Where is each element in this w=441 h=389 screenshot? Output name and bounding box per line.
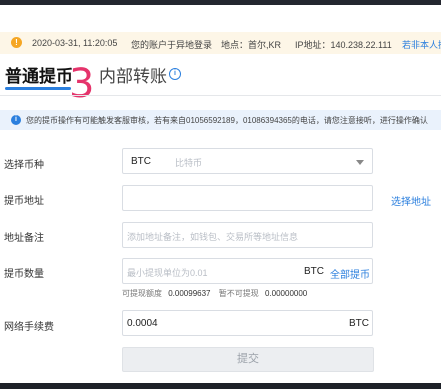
coin-label: 选择币种 — [4, 160, 44, 171]
tab-internal-transfer[interactable]: 内部转账 — [99, 62, 167, 87]
alert-message: 您的账户于异地登录 — [131, 40, 213, 50]
handwritten-annotation: 3 — [69, 61, 95, 107]
amount-placeholder: 最小提现单位为0.01 — [127, 268, 208, 278]
available-label: 可提现额度 — [122, 289, 162, 298]
alert-ip: IP地址：140.238.22.111 — [295, 40, 392, 50]
info-icon[interactable]: i — [169, 68, 181, 80]
balance-info: 可提现额度 0.00099637 暂不可提现 0.00000000 — [122, 288, 307, 299]
login-alert-banner: ! 2020-03-31, 11:20:05 您的账户于异地登录 地点：首尔,K… — [0, 32, 441, 54]
fee-unit: BTC — [349, 318, 369, 329]
available-value: 0.00099637 — [168, 289, 211, 298]
coin-select[interactable]: BTC 比特币 — [122, 148, 373, 174]
address-input[interactable] — [122, 185, 373, 211]
info-icon: i — [11, 115, 21, 125]
top-bar — [0, 0, 441, 5]
coin-name: 比特币 — [175, 158, 203, 168]
amount-input[interactable]: 最小提现单位为0.01 BTC 全部提币 — [122, 258, 373, 284]
alert-datetime: 2020-03-31, 11:20:05 — [32, 38, 118, 48]
memo-label: 地址备注 — [4, 233, 44, 244]
bottom-bar — [0, 383, 441, 389]
alert-action-link[interactable]: 若非本人操 — [402, 38, 441, 51]
coin-symbol: BTC — [131, 156, 151, 167]
select-address-link[interactable]: 选择地址 — [391, 193, 431, 208]
submit-button[interactable]: 提交 — [122, 347, 374, 372]
amount-unit: BTC — [304, 266, 324, 277]
memo-placeholder: 添加地址备注，如钱包、交易所等地址信息 — [127, 232, 299, 242]
memo-input[interactable]: 添加地址备注，如钱包、交易所等地址信息 — [122, 222, 373, 248]
frozen-label: 暂不可提现 — [218, 289, 259, 298]
fee-input[interactable]: 0.0004 BTC — [122, 310, 373, 336]
notice-text: 您的提币操作有可能触发客服审核，若有来自01056592189，01086394… — [26, 116, 428, 125]
warning-icon: ! — [11, 37, 22, 48]
withdraw-all-link[interactable]: 全部提币 — [330, 266, 370, 281]
chevron-down-icon — [356, 160, 364, 165]
tab-active-indicator — [5, 87, 71, 90]
review-notice: i 您的提币操作有可能触发客服审核，若有来自01056592189，010863… — [0, 110, 441, 130]
address-label: 提币地址 — [4, 196, 44, 207]
frozen-value: 0.00000000 — [264, 289, 308, 298]
tab-withdraw[interactable]: 普通提币 — [5, 62, 73, 87]
amount-label: 提币数量 — [4, 269, 44, 280]
fee-value: 0.0004 — [127, 318, 158, 329]
alert-location: 地点：首尔,KR — [221, 40, 282, 50]
divider — [0, 95, 441, 96]
tab-bar: 普通提币 内部转账 i — [0, 62, 441, 92]
fee-label: 网络手续费 — [4, 322, 54, 333]
